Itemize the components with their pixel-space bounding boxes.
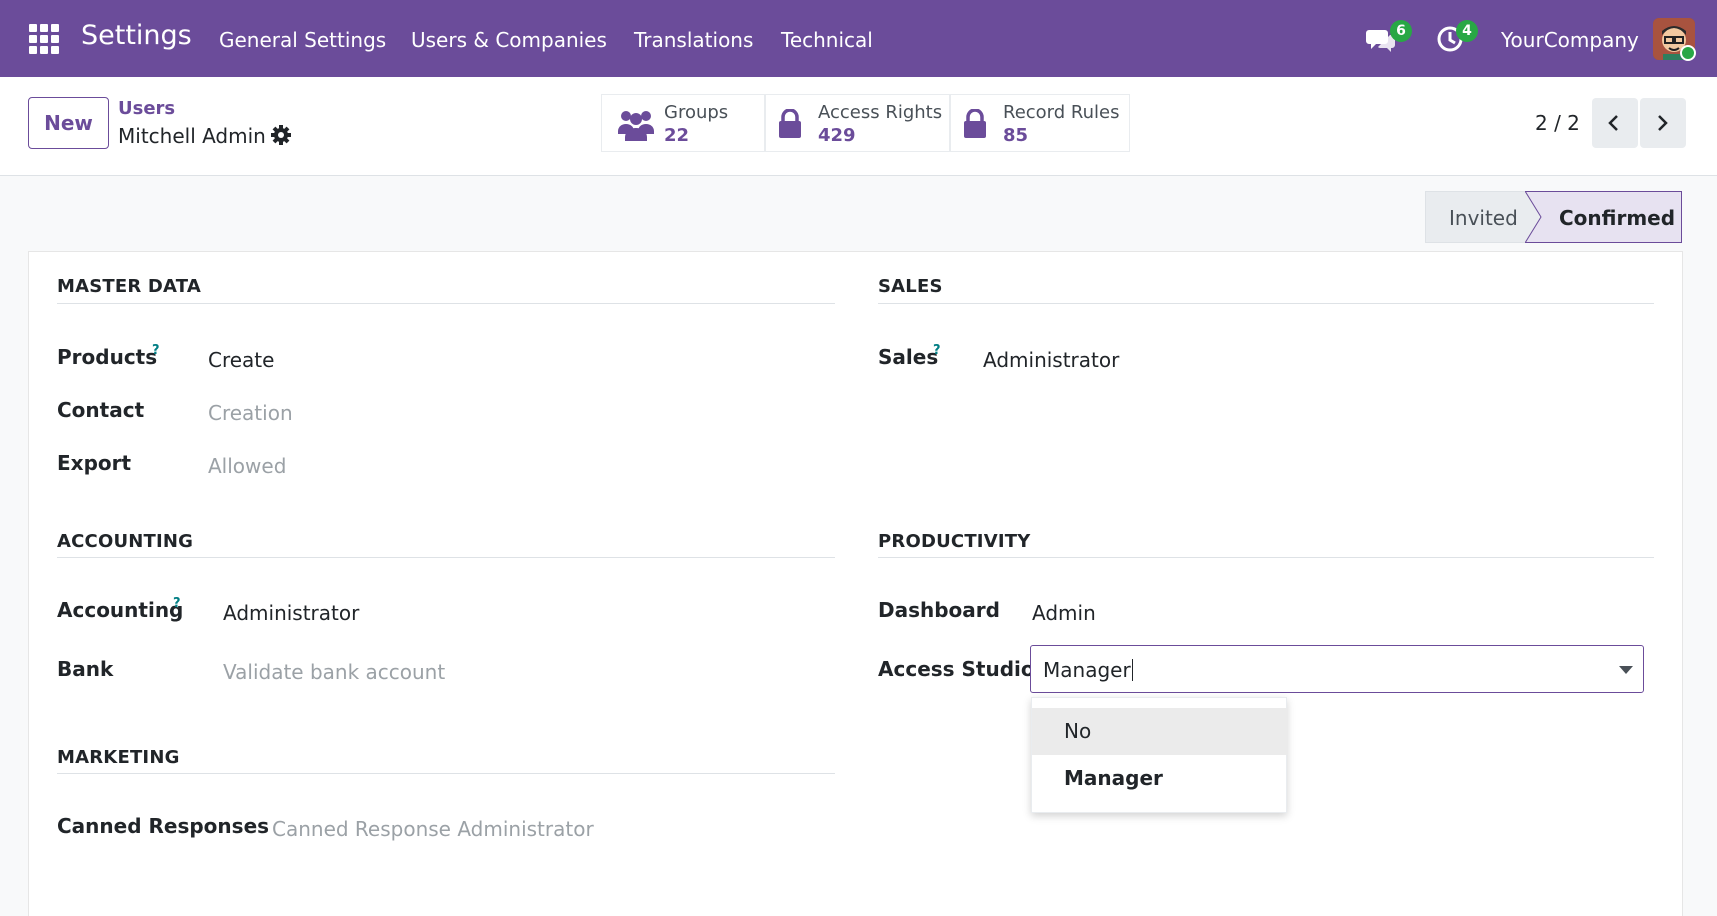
chevron-left-icon <box>1608 115 1618 131</box>
section-divider <box>878 303 1654 304</box>
products-help-icon[interactable]: ? <box>152 343 160 358</box>
lock-icon <box>778 108 802 143</box>
company-switcher[interactable]: YourCompany <box>1501 28 1639 52</box>
access-studio-value: Manager <box>1043 658 1133 682</box>
export-label: Export <box>57 451 132 475</box>
apps-menu-icon[interactable] <box>29 24 59 54</box>
new-button[interactable]: New <box>28 97 109 149</box>
export-value[interactable]: Allowed <box>208 454 286 478</box>
lock-icon <box>963 108 987 143</box>
dropdown-option-manager[interactable]: Manager <box>1032 755 1288 802</box>
groups-count: 22 <box>664 125 690 146</box>
sales-value[interactable]: Administrator <box>983 348 1119 372</box>
menu-technical[interactable]: Technical <box>781 28 873 52</box>
top-navbar: Settings General Settings Users & Compan… <box>0 0 1717 77</box>
contact-value[interactable]: Creation <box>208 401 293 425</box>
pager-value[interactable]: 2 / 2 <box>1535 111 1580 135</box>
products-label: Products <box>57 345 158 369</box>
menu-general-settings[interactable]: General Settings <box>219 28 386 52</box>
menu-users-companies[interactable]: Users & Companies <box>411 28 607 52</box>
users-icon <box>618 107 654 145</box>
section-marketing: MARKETING <box>57 747 180 768</box>
groups-stat-button[interactable]: Groups 22 <box>601 94 765 152</box>
section-productivity: PRODUCTIVITY <box>878 531 1031 552</box>
section-divider <box>878 557 1654 558</box>
pager-previous-button[interactable] <box>1592 98 1638 148</box>
sales-label: Sales <box>878 345 939 369</box>
accounting-help-icon[interactable]: ? <box>173 596 181 611</box>
menu-translations[interactable]: Translations <box>634 28 753 52</box>
dashboard-value[interactable]: Admin <box>1032 601 1096 625</box>
online-status-dot <box>1680 45 1696 61</box>
accounting-label: Accounting <box>57 598 184 622</box>
bank-value[interactable]: Validate bank account <box>223 660 445 684</box>
section-accounting: ACCOUNTING <box>57 531 194 552</box>
chevron-right-icon <box>1658 115 1668 131</box>
app-title[interactable]: Settings <box>81 20 192 51</box>
record-rules-stat-button[interactable]: Record Rules 85 <box>950 94 1130 152</box>
access-studio-dropdown: No Manager <box>1031 697 1288 813</box>
products-value[interactable]: Create <box>208 348 274 372</box>
section-divider <box>57 557 835 558</box>
pager-next-button[interactable] <box>1640 98 1686 148</box>
section-divider <box>57 773 835 774</box>
access-studio-select[interactable]: Manager <box>1030 645 1644 693</box>
breadcrumb-current: Mitchell Admin <box>118 124 266 148</box>
canned-responses-label: Canned Responses <box>57 814 270 838</box>
access-rights-count: 429 <box>818 125 856 146</box>
status-invited[interactable]: Invited <box>1425 191 1533 243</box>
accounting-value[interactable]: Administrator <box>223 601 359 625</box>
sales-help-icon[interactable]: ? <box>933 343 941 358</box>
access-studio-label: Access Studio <box>878 657 1035 681</box>
canned-responses-value[interactable]: Canned Response Administrator <box>272 817 594 841</box>
dashboard-label: Dashboard <box>878 598 1000 622</box>
text-caret <box>1131 659 1133 681</box>
activities-badge: 4 <box>1456 20 1478 42</box>
access-rights-label: Access Rights <box>818 102 943 123</box>
section-master-data: MASTER DATA <box>57 276 201 297</box>
record-rules-label: Record Rules <box>1003 102 1120 123</box>
section-sales: SALES <box>878 276 943 297</box>
dropdown-arrow-icon[interactable] <box>1619 666 1633 674</box>
gear-icon[interactable] <box>270 124 292 146</box>
breadcrumb-users[interactable]: Users <box>118 98 175 119</box>
section-divider <box>57 303 835 304</box>
messages-badge: 6 <box>1390 20 1412 42</box>
status-confirmed[interactable]: Confirmed <box>1525 191 1682 243</box>
record-rules-count: 85 <box>1003 125 1029 146</box>
bank-label: Bank <box>57 657 114 681</box>
access-rights-stat-button[interactable]: Access Rights 429 <box>765 94 950 152</box>
contact-label: Contact <box>57 398 145 422</box>
dropdown-option-no[interactable]: No <box>1032 708 1288 755</box>
groups-label: Groups <box>664 102 729 123</box>
status-chevron <box>1525 191 1542 243</box>
control-panel: New Users Mitchell Admin Groups 22 Acces… <box>0 77 1717 176</box>
